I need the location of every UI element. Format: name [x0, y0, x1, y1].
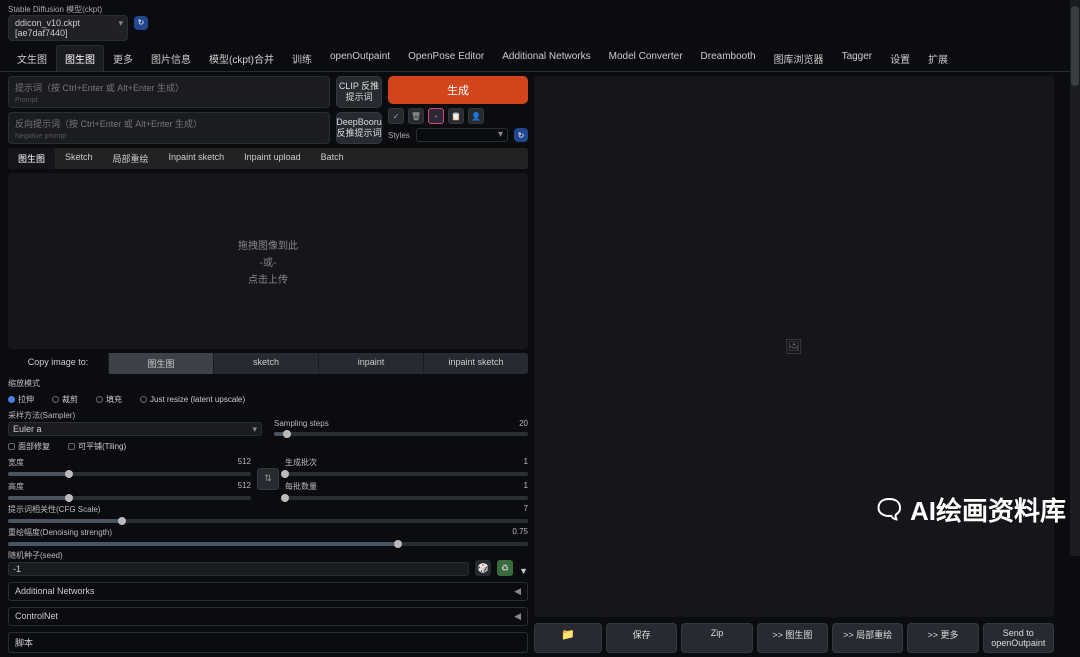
- model-dropdown[interactable]: ddicon_v10.ckpt [ae7daf7440]: [8, 15, 128, 41]
- deepbooru-button[interactable]: DeepBooru 反推提示词: [336, 112, 382, 144]
- cfg-label: 提示词相关性(CFG Scale): [8, 504, 100, 515]
- batch-count-slider[interactable]: [285, 472, 528, 476]
- copy-to-inpaint[interactable]: inpaint: [318, 353, 423, 374]
- reload-model-button[interactable]: ↻: [134, 16, 148, 30]
- width-slider[interactable]: [8, 472, 251, 476]
- send-inpaint-button[interactable]: >> 局部重绘: [832, 623, 903, 653]
- nav-tab-10[interactable]: Dreambooth: [692, 45, 765, 71]
- nav-tab-9[interactable]: Model Converter: [600, 45, 692, 71]
- zip-button[interactable]: Zip: [681, 623, 752, 653]
- copy-image-label: Copy image to:: [8, 353, 108, 374]
- resize-fill-radio[interactable]: 填充: [96, 394, 122, 405]
- nav-tab-6[interactable]: openOutpaint: [321, 45, 399, 71]
- resize-crop-radio[interactable]: 裁剪: [52, 394, 78, 405]
- cfg-value: 7: [524, 504, 528, 515]
- steps-slider[interactable]: [274, 432, 528, 436]
- subtab-0[interactable]: 图生图: [8, 148, 55, 169]
- resize-mode-label: 缩放模式: [8, 378, 528, 389]
- nav-tab-14[interactable]: 扩展: [919, 45, 957, 71]
- width-label: 宽度: [8, 457, 24, 468]
- denoise-label: 重绘幅度(Denoising strength): [8, 527, 112, 538]
- nav-tab-11[interactable]: 图库浏览器: [765, 45, 833, 71]
- clear-prompt-button[interactable]: 🗑: [408, 108, 424, 124]
- height-slider[interactable]: [8, 496, 251, 500]
- script-accordion[interactable]: 脚本: [8, 632, 528, 653]
- steps-label: Sampling steps: [274, 419, 329, 428]
- additional-networks-accordion[interactable]: Additional Networks◀: [8, 582, 528, 601]
- copy-to-inpaint-sketch[interactable]: inpaint sketch: [423, 353, 528, 374]
- styles-reload-button[interactable]: ↻: [514, 128, 528, 142]
- image-drop-zone[interactable]: 拖拽图像到此-或-点击上传: [8, 173, 528, 349]
- send-img2img-button[interactable]: >> 图生图: [757, 623, 828, 653]
- nav-tab-4[interactable]: 模型(ckpt)合并: [200, 45, 283, 71]
- save-button[interactable]: 保存: [606, 623, 677, 653]
- subtab-2[interactable]: 局部重绘: [103, 148, 159, 169]
- seed-random-button[interactable]: 🎲: [475, 560, 491, 576]
- sampler-label: 采样方法(Sampler): [8, 410, 262, 421]
- copy-to-sketch[interactable]: sketch: [213, 353, 318, 374]
- nav-tab-1[interactable]: 图生图: [56, 45, 104, 71]
- model-label: Stable Diffusion 模型(ckpt): [8, 4, 128, 15]
- extra-networks-button[interactable]: •: [428, 108, 444, 124]
- paste-button[interactable]: 📋: [448, 108, 464, 124]
- seed-reuse-button[interactable]: ♻: [497, 560, 513, 576]
- tiling-checkbox[interactable]: 可平铺(Tiling): [68, 441, 126, 452]
- seed-input[interactable]: -1: [8, 562, 469, 576]
- width-value: 512: [238, 457, 251, 468]
- resize-stretch-radio[interactable]: 拉伸: [8, 394, 34, 405]
- controlnet-accordion[interactable]: ControlNet◀: [8, 607, 528, 626]
- styles-dropdown[interactable]: [416, 128, 508, 142]
- open-folder-button[interactable]: 📁: [534, 623, 602, 653]
- face-restore-checkbox[interactable]: 面部修复: [8, 441, 50, 452]
- nav-tab-13[interactable]: 设置: [881, 45, 919, 71]
- nav-tab-7[interactable]: OpenPose Editor: [399, 45, 493, 71]
- nav-tab-0[interactable]: 文生图: [8, 45, 56, 71]
- nav-tab-5[interactable]: 训练: [283, 45, 321, 71]
- resize-latent-radio[interactable]: Just resize (latent upscale): [140, 394, 245, 405]
- batch-count-value: 1: [524, 457, 528, 468]
- height-label: 高度: [8, 481, 24, 492]
- nav-tab-2[interactable]: 更多: [104, 45, 142, 71]
- denoise-slider[interactable]: [8, 542, 528, 546]
- subtab-3[interactable]: Inpaint sketch: [159, 148, 235, 169]
- subtab-1[interactable]: Sketch: [55, 148, 103, 169]
- styles-label: Styles: [388, 131, 410, 140]
- negative-prompt-input[interactable]: 反向提示词（按 Ctrl+Enter 或 Alt+Enter 生成）Negati…: [8, 112, 330, 144]
- scrollbar[interactable]: [1070, 0, 1080, 556]
- clip-interrogate-button[interactable]: CLIP 反推提示词: [336, 76, 382, 108]
- generate-button[interactable]: 生成: [388, 76, 528, 104]
- output-preview: 🖼: [534, 76, 1054, 617]
- send-outpaint-button[interactable]: Send to openOutpaint: [983, 623, 1054, 653]
- prompt-input[interactable]: 提示词（按 Ctrl+Enter 或 Alt+Enter 生成）Prompt: [8, 76, 330, 108]
- batch-size-value: 1: [524, 481, 528, 492]
- send-more-button[interactable]: >> 更多: [907, 623, 978, 653]
- image-placeholder-icon: 🖼: [785, 338, 803, 355]
- sampler-dropdown[interactable]: Euler a: [8, 422, 262, 436]
- scrollbar-thumb[interactable]: [1071, 6, 1079, 86]
- copy-to-img2img[interactable]: 图生图: [108, 353, 213, 374]
- apply-style-button[interactable]: ✓: [388, 108, 404, 124]
- nav-tab-12[interactable]: Tagger: [833, 45, 882, 71]
- batch-size-slider[interactable]: [285, 496, 528, 500]
- save-style-button[interactable]: 👤: [468, 108, 484, 124]
- batch-count-label: 生成批次: [285, 457, 317, 468]
- swap-dimensions-button[interactable]: ⇅: [257, 468, 279, 490]
- denoise-value: 0.75: [512, 527, 528, 538]
- subtab-5[interactable]: Batch: [311, 148, 354, 169]
- seed-extra-toggle[interactable]: ▼: [519, 566, 528, 576]
- nav-tab-8[interactable]: Additional Networks: [493, 45, 599, 71]
- watermark: 🗨 AI绘画资料库: [873, 491, 1066, 528]
- cfg-slider[interactable]: [8, 519, 528, 523]
- nav-tab-3[interactable]: 图片信息: [142, 45, 200, 71]
- subtab-4[interactable]: Inpaint upload: [234, 148, 311, 169]
- batch-size-label: 每批数量: [285, 481, 317, 492]
- height-value: 512: [238, 481, 251, 492]
- wechat-icon: 🗨: [873, 494, 906, 525]
- steps-value: 20: [519, 419, 528, 428]
